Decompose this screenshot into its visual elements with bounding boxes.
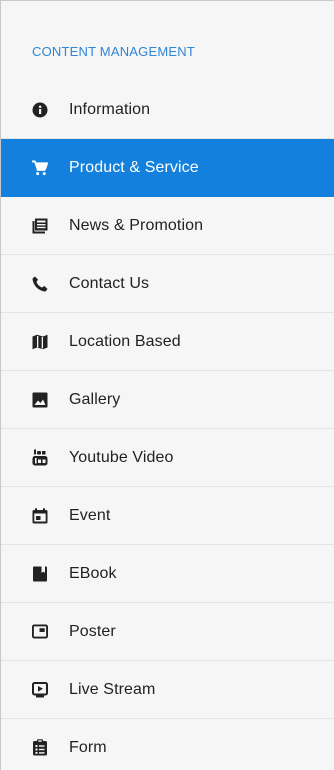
sidebar-item-label: Location Based xyxy=(69,332,181,350)
sidebar-item-poster[interactable]: Poster xyxy=(1,603,334,661)
sidebar-item-youtube-video[interactable]: Youtube Video xyxy=(1,429,334,487)
live-stream-icon xyxy=(32,681,48,698)
sidebar-item-label: Event xyxy=(69,506,111,524)
sidebar-item-news-promotion[interactable]: News & Promotion xyxy=(1,197,334,255)
sidebar-item-label: Live Stream xyxy=(69,680,156,698)
phone-icon xyxy=(32,276,48,292)
sidebar-item-label: Contact Us xyxy=(69,274,150,292)
sidebar-item-label: News & Promotion xyxy=(69,216,204,234)
sidebar-item-label: EBook xyxy=(69,564,117,582)
sidebar-item-form[interactable]: Form xyxy=(1,719,334,770)
newspaper-icon xyxy=(32,218,48,234)
sidebar-item-label: Gallery xyxy=(69,390,121,408)
content-management-sidebar: CONTENT MANAGEMENT Information Product &… xyxy=(0,0,334,770)
info-circle-icon xyxy=(32,102,48,118)
sidebar-menu: Information Product & Service News & Pro… xyxy=(1,81,334,770)
clipboard-form-icon xyxy=(32,739,48,756)
sidebar-item-event[interactable]: Event xyxy=(1,487,334,545)
sidebar-item-ebook[interactable]: EBook xyxy=(1,545,334,603)
image-icon xyxy=(32,392,48,408)
calendar-icon xyxy=(32,507,48,524)
sidebar-item-location-based[interactable]: Location Based xyxy=(1,313,334,371)
book-icon xyxy=(32,566,48,582)
youtube-icon xyxy=(32,449,48,466)
sidebar-item-label: Information xyxy=(69,100,151,118)
sidebar-item-product-service[interactable]: Product & Service xyxy=(1,139,334,197)
sidebar-item-contact-us[interactable]: Contact Us xyxy=(1,255,334,313)
sidebar-item-information[interactable]: Information xyxy=(1,81,334,139)
map-icon xyxy=(32,334,48,350)
poster-icon xyxy=(32,624,48,640)
sidebar-item-label: Youtube Video xyxy=(69,448,174,466)
sidebar-item-label: Poster xyxy=(69,622,116,640)
shopping-cart-icon xyxy=(32,159,48,176)
sidebar-item-live-stream[interactable]: Live Stream xyxy=(1,661,334,719)
sidebar-item-label: Product & Service xyxy=(69,158,199,176)
sidebar-item-label: Form xyxy=(69,738,107,756)
sidebar-item-gallery[interactable]: Gallery xyxy=(1,371,334,429)
